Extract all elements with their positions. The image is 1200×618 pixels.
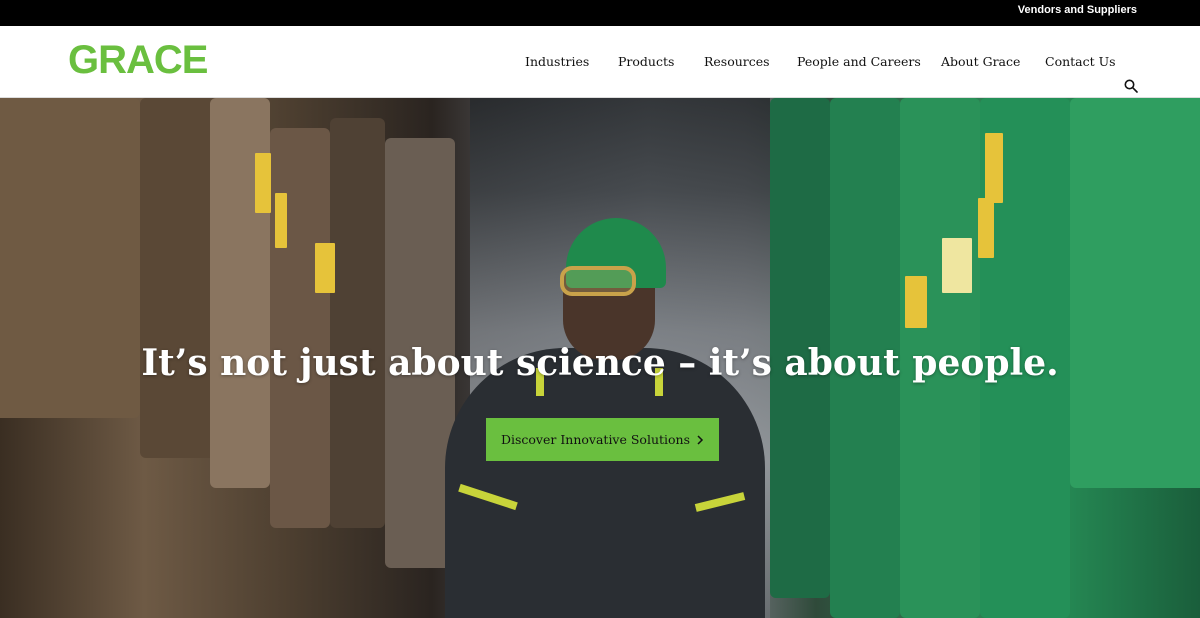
utility-bar: Vendors and Suppliers <box>0 0 1200 26</box>
vendors-suppliers-link[interactable]: Vendors and Suppliers <box>1018 4 1137 16</box>
hero-banner: It’s not just about science – it’s about… <box>0 98 1200 618</box>
label-tag-decoration <box>942 238 972 293</box>
label-tag-decoration <box>275 193 287 248</box>
label-tag-decoration <box>978 198 994 258</box>
discover-solutions-button[interactable]: Discover Innovative Solutions <box>486 418 719 461</box>
label-tag-decoration <box>315 243 335 293</box>
cta-label: Discover Innovative Solutions <box>500 432 691 447</box>
site-header: GRACE Industries Products Resources Peop… <box>0 26 1200 98</box>
search-icon[interactable] <box>1124 79 1138 93</box>
nav-about-grace[interactable]: About Grace <box>941 54 1020 69</box>
grace-logo[interactable]: GRACE <box>68 40 208 80</box>
barrel-decoration <box>140 98 220 458</box>
nav-contact-us[interactable]: Contact Us <box>1045 54 1116 69</box>
label-tag-decoration <box>905 276 927 328</box>
barrel-decoration <box>330 118 385 528</box>
chevron-right-icon <box>697 434 704 445</box>
label-tag-decoration <box>255 153 271 213</box>
label-tag-decoration <box>985 133 1003 203</box>
hero-headline: It’s not just about science – it’s about… <box>141 342 1059 384</box>
nav-resources[interactable]: Resources <box>704 54 770 69</box>
safety-goggles <box>560 266 636 296</box>
worker-figure <box>445 348 765 618</box>
nav-people-and-careers[interactable]: People and Careers <box>797 54 921 69</box>
barrel-decoration <box>1070 98 1200 488</box>
nav-products[interactable]: Products <box>618 54 674 69</box>
nav-industries[interactable]: Industries <box>525 54 589 69</box>
barrel-decoration <box>270 128 330 528</box>
